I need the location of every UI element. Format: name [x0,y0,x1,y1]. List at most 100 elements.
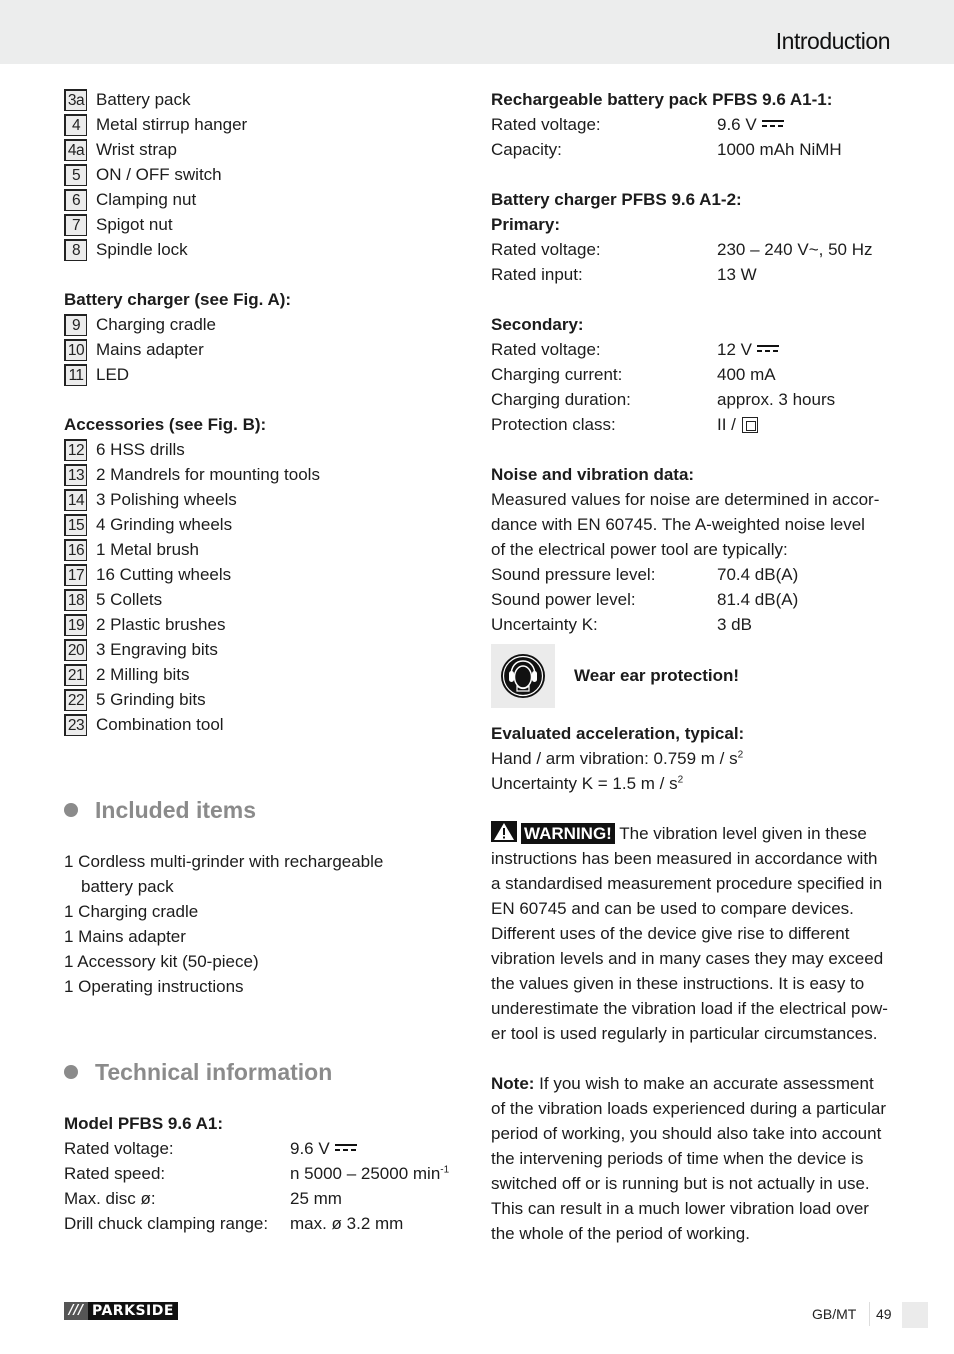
list-item: 15 4 Grinding wheels [64,512,464,537]
spec-value: 9.6 V [717,115,757,134]
paragraph-line: a standardised measurement procedure spe… [491,874,883,893]
spec-label: Capacity: [491,140,562,159]
list-item: 22 5 Grinding bits [64,687,464,712]
superscript: 2 [677,774,684,786]
part-number-badge: 22 [64,688,87,711]
battery-pack-heading: Rechargeable battery pack PFBS 9.6 A1-1: [491,90,833,109]
spec-value: 3 dB [717,615,752,634]
list-item: 8 Spindle lock [64,237,464,262]
bullet-icon [64,1065,78,1079]
spec-row: Charging duration: approx. 3 hours [491,387,891,412]
list-item: 1 Cordless multi-grinder with rechargeab… [64,852,384,871]
section-title: Technical information [95,1058,333,1085]
list-item: 17 16 Cutting wheels [64,562,464,587]
spec-row: Max. disc ø: 25 mm [64,1186,464,1211]
left-column: 3a Battery pack 4 Metal stirrup hanger 4a W… [64,87,464,1236]
footer-divider [869,1302,870,1326]
paragraph-line: the whole of the period of working. [491,1224,750,1243]
noise-heading: Noise and vibration data: [491,465,695,484]
secondary-heading: Secondary: [491,315,584,334]
spec-row: Sound power level: 81.4 dB(A) [491,587,891,612]
list-item: 6 Clamping nut [64,187,464,212]
section-title: Included items [95,796,257,823]
spec-value: 12 V [717,340,752,359]
parts-list: 3a Battery pack 4 Metal stirrup hanger 4a W… [64,87,464,262]
spec-label: Rated speed: [64,1164,166,1183]
spec-label: Drill chuck clamping range: [64,1214,269,1233]
list-item: 16 1 Metal brush [64,537,464,562]
paragraph-line: the intervening periods of time when the… [491,1149,864,1168]
spec-value: 13 W [717,265,757,284]
part-label: Combination tool [96,715,224,734]
paragraph-line: the values given in these instructions. … [491,974,865,993]
included-items-heading: Included items [64,785,464,835]
logo-text: PARKSIDE [88,1302,178,1320]
note-first-line: Note: If you wish to make an accurate as… [491,1071,891,1096]
spec-label: Sound pressure level: [491,565,656,584]
list-item: 10 Mains adapter [64,337,464,362]
list-item: 1 Operating instructions [64,977,244,996]
paragraph-line: underestimate the vibration load if the … [491,999,888,1018]
page-header: Introduction [0,0,954,64]
paragraph-line: Measured values for noise are determined… [491,490,880,509]
list-item: 1 Mains adapter [64,927,186,946]
part-number-badge: 21 [64,663,87,686]
part-number-badge: 9 [64,313,87,336]
part-number-badge: 15 [64,513,87,536]
spec-row: Drill chuck clamping range: max. ø 3.2 mm [64,1211,464,1236]
part-number-badge: 20 [64,638,87,661]
direct-current-icon [761,119,784,128]
paragraph-line: of the electrical power tool are typical… [491,540,788,559]
spec-row: Rated input: 13 W [491,262,891,287]
part-number-badge: 19 [64,613,87,636]
spec-label: Protection class: [491,415,616,434]
acceleration-line: Uncertainty K = 1.5 m / s2 [491,771,891,796]
direct-current-icon [334,1143,357,1152]
list-item: 19 2 Plastic brushes [64,612,464,637]
list-item: 18 5 Collets [64,587,464,612]
list-item: 12 6 HSS drills [64,437,464,462]
part-number-badge: 14 [64,488,87,511]
page-number: 49 [876,1306,892,1322]
spec-value: II / [717,415,741,434]
part-number-badge: 4a [64,138,87,161]
part-label: Spindle lock [96,240,188,259]
list-item: 20 3 Engraving bits [64,637,464,662]
spec-label: Rated voltage: [491,115,601,134]
spec-value: 9.6 V [290,1139,330,1158]
model-heading: Model PFBS 9.6 A1: [64,1114,224,1133]
page-title: Introduction [775,28,891,54]
charger-parts-list: 9 Charging cradle 10 Mains adapter 11 LED [64,312,464,387]
list-item: 14 3 Polishing wheels [64,487,464,512]
bullet-icon [64,803,78,817]
part-label: 2 Plastic brushes [96,615,226,634]
paragraph-line: period of working, you should also take … [491,1124,882,1143]
list-item: 1 Charging cradle [64,902,199,921]
paragraph-line: instructions has been measured in accord… [491,849,878,868]
spec-value: approx. 3 hours [717,390,836,409]
spec-value: 230 – 240 V~, 50 Hz [717,240,873,259]
part-number-badge: 11 [64,363,87,386]
note-paragraph: Note: If you wish to make an accurate as… [491,1071,891,1246]
logo-slashes: /// [64,1302,88,1320]
note-label: Note: [491,1074,535,1093]
part-label: 2 Mandrels for mounting tools [96,465,320,484]
list-item: 4a Wrist strap [64,137,464,162]
spec-row: Sound pressure level: 70.4 dB(A) [491,562,891,587]
paragraph-line: vibration levels and in many cases they … [491,949,884,968]
spec-label: Rated voltage: [491,240,601,259]
part-label: Battery pack [96,90,191,109]
spec-label: Charging duration: [491,390,631,409]
spec-value: 1000 mAh NiMH [717,140,842,159]
spec-row: Rated voltage: 9.6 V [491,112,891,137]
list-item: 4 Metal stirrup hanger [64,112,464,137]
part-label: Charging cradle [96,315,217,334]
primary-heading: Primary: [491,215,560,234]
ear-protection-label: Wear ear protection! [574,666,740,685]
accessories-heading: Accessories (see Fig. B): [64,415,267,434]
part-label: Wrist strap [96,140,177,159]
list-item: 11 LED [64,362,464,387]
part-number-badge: 3a [64,88,87,111]
part-label: ON / OFF switch [96,165,222,184]
parkside-logo: /// PARKSIDE [64,1302,178,1320]
